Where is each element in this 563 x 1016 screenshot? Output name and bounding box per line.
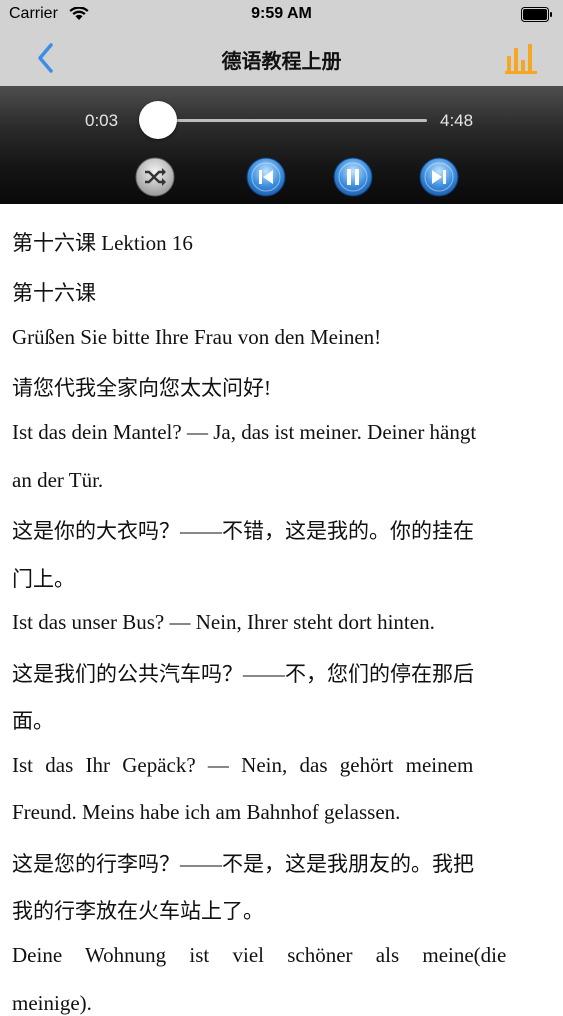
lesson-line: 这是您的行李吗？——不是，这是我朋友的。我把 [12,852,474,876]
lesson-line: Freund. Meins habe ich am Bahnhof gelass… [12,800,401,824]
page-title: 德语教程上册 [221,51,342,73]
skip-next-icon [419,157,459,197]
lesson-line: 第十六课 [12,281,96,305]
lesson-line: Ist das dein Mantel? — Ja, das ist meine… [12,420,477,444]
lesson-line: 我的行李放在火车站上了。 [12,899,264,923]
lesson-line: 请您代我全家向您太太问好! [12,376,271,400]
battery-icon [521,7,552,22]
lesson-line: 这是我们的公共汽车吗？——不，您们的停在那后 [12,662,474,686]
total-time: 4:48 [440,111,474,130]
audio-player: 0:03 4:48 [0,86,563,204]
lesson-line: meinige). [12,991,92,1015]
shuffle-button[interactable] [135,157,175,197]
pause-icon [333,157,373,197]
pause-button[interactable] [333,157,373,197]
lesson-line: 这是你的大衣吗？——不错，这是我的。你的挂在 [12,519,474,543]
progress-slider-thumb[interactable] [138,101,177,139]
lesson-line: Deine Wohnung ist viel schöner als meine… [12,943,507,967]
lesson-line: 面。 [12,709,54,733]
shuffle-icon [135,157,175,197]
lesson-line: 第十六课 Lektion 16 [12,231,193,255]
previous-button[interactable] [246,157,286,197]
status-time: 9:59 AM [251,5,312,22]
lesson-line: an der Tür. [12,468,104,492]
status-bar: Carrier 9:59 AM [0,0,563,30]
bar-chart-icon[interactable] [505,42,537,74]
progress-slider[interactable] [155,119,427,122]
lesson-line: Grüßen Sie bitte Ihre Frau von den Meine… [12,325,382,349]
lesson-line: Ist das unser Bus? — Nein, Ihrer steht d… [12,610,435,634]
current-time: 0:03 [85,111,119,130]
navigation-bar: 德语教程上册 [0,30,563,86]
lesson-line: 门上。 [12,567,75,591]
next-button[interactable] [419,157,459,197]
skip-previous-icon [246,157,286,197]
lesson-line: Ist das Ihr Gepäck? — Nein, das gehört m… [12,753,474,777]
